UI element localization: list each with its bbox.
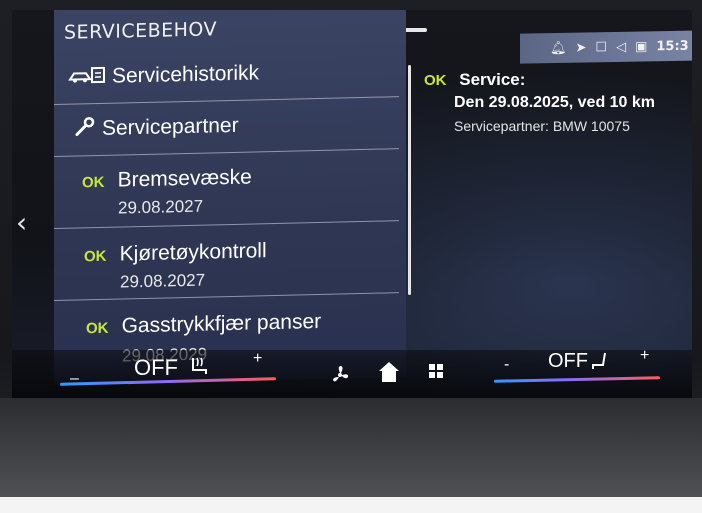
photo-frame: ‹ SERVICEBEHOV Servicehistorikk Servicep… [0,0,702,513]
menu-item-label: Servicepartner [102,113,239,140]
car-history-icon [68,65,106,90]
ok-status-badge: OK [86,319,109,338]
home-icon[interactable] [376,360,402,388]
left-climate-plus-button[interactable]: + [253,350,262,368]
menu-item-label: Gasstrykkfjær panser [121,309,322,338]
infotainment-screen: ‹ SERVICEBEHOV Servicehistorikk Servicep… [12,10,692,400]
panel-title: SERVICEBEHOV [64,18,218,44]
detail-title: Service: [459,70,526,89]
status-bar: 🔔︎ ➤ ☐ ◁ ▣ 15:3 [520,30,692,64]
dashboard-bezel [0,398,702,513]
service-needs-panel: SERVICEBEHOV Servicehistorikk Servicepar… [54,10,406,386]
menu-item-label: Bremsevæske [117,165,252,192]
menu-item-bremsevaeske[interactable]: OK Bremsevæske 29.08.2027 [54,148,399,229]
speaker-icon: ◁ [616,39,627,55]
fan-icon[interactable] [329,364,351,390]
bell-icon[interactable]: 🔔︎ [550,40,567,55]
ok-status-badge: OK [82,173,105,192]
detail-service-date: Den 29.08.2025, ved 10 km [454,94,656,111]
right-climate-plus-button[interactable]: + [640,347,649,365]
climate-control-bar: – OFF + - OFF + [12,347,692,400]
left-climate-value[interactable]: OFF [134,355,178,381]
phone-icon: ☐ [595,39,608,55]
ok-status-badge: OK [424,72,447,89]
service-detail: OK Service: Den 29.08.2025, ved 10 km Se… [424,70,692,134]
menu-item-date: 29.08.2027 [120,270,206,292]
wrench-icon [74,116,96,141]
profile-icon[interactable]: ▣ [635,39,647,54]
menu-item-label: Kjøretøykontroll [119,239,267,266]
navigation-arrow-icon: ➤ [575,39,587,56]
seat-icon [590,350,612,377]
right-climate-minus-button[interactable]: - [504,356,509,374]
menu-item-kjoretoykontroll[interactable]: OK Kjøretøykontroll 29.08.2027 [54,220,399,301]
apps-grid-icon[interactable] [428,363,444,383]
clock-time: 15:3 [656,38,689,54]
detail-service-partner: Servicepartner: BMW 10075 [454,118,630,134]
ok-status-badge: OK [84,247,107,266]
right-climate-value[interactable]: OFF [548,350,588,373]
menu-item-label: Servicehistorikk [112,61,260,88]
menu-item-servicepartner[interactable]: Servicepartner [54,96,399,157]
back-chevron-icon[interactable]: ‹ [16,206,27,239]
photo-border [0,497,702,513]
right-climate-gradient [493,376,661,383]
scrollbar[interactable] [408,65,411,295]
menu-item-date: 29.08.2027 [118,196,204,218]
